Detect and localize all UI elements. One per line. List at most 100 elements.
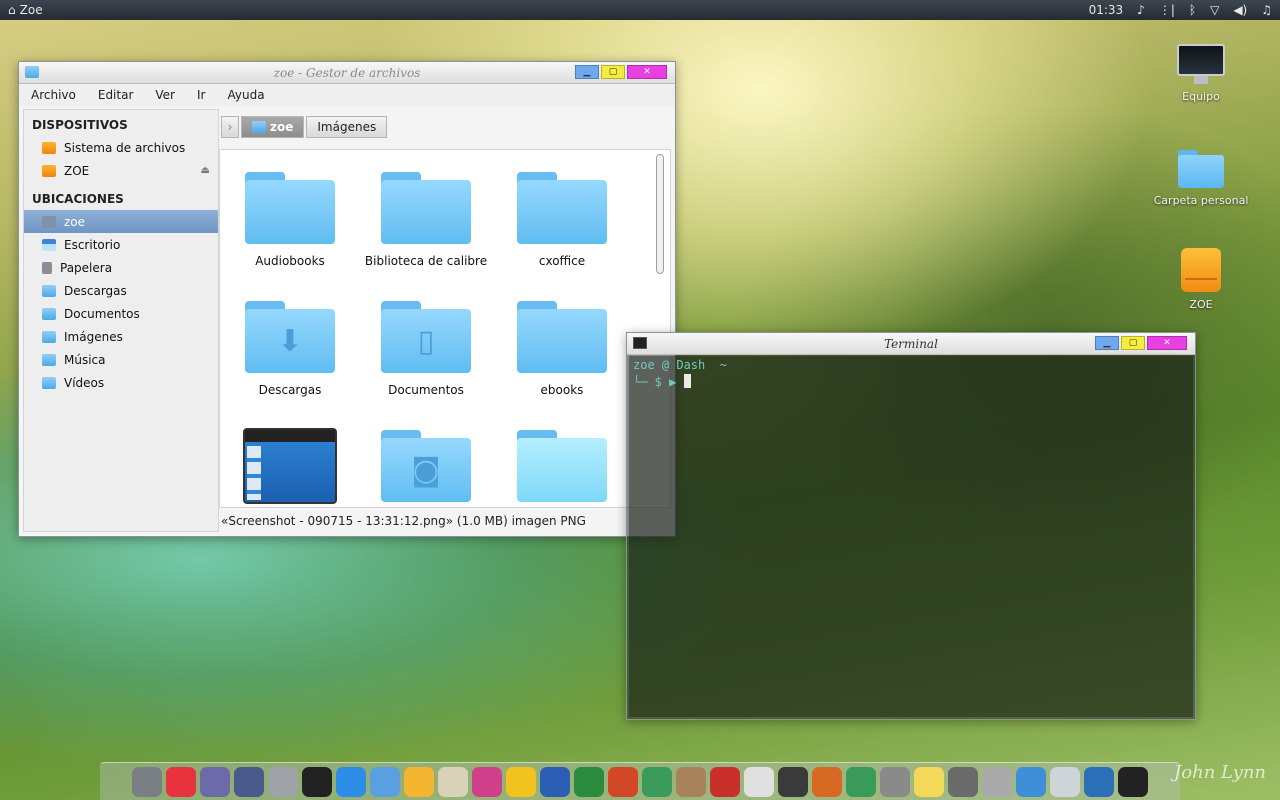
terminal-titlebar[interactable]: Terminal ▁ ▢ ✕ [627, 333, 1195, 355]
breadcrumb-zoe[interactable]: zoe [241, 116, 305, 138]
text-cursor [683, 374, 691, 388]
sidebar-item-imagenes[interactable]: Imágenes [24, 325, 218, 348]
usb-icon[interactable] [642, 766, 672, 797]
file-item[interactable]: Biblioteca de calibre [358, 172, 494, 268]
folder-icon [517, 301, 607, 373]
menu-ver[interactable]: Ver [155, 88, 175, 102]
folder-icon [381, 172, 471, 244]
excel-icon[interactable] [574, 766, 604, 797]
usb-green-icon[interactable] [846, 766, 876, 797]
folder-icon [245, 172, 335, 244]
minimize-button[interactable]: ▁ [1095, 336, 1119, 350]
breadcrumb: › zoe Imágenes [219, 109, 671, 145]
file-item[interactable]: ⬇ Descargas [222, 301, 358, 397]
file-item[interactable]: Audiobooks [222, 172, 358, 268]
maximize-button[interactable]: ▢ [1121, 336, 1145, 350]
file-item[interactable]: ▯ Documentos [358, 301, 494, 397]
breadcrumb-imagenes[interactable]: Imágenes [306, 116, 388, 138]
bird-icon[interactable] [812, 766, 842, 797]
audio-wave-icon[interactable] [472, 766, 502, 797]
files-icon[interactable] [200, 766, 230, 797]
usb-drive-icon [42, 164, 56, 177]
close-button[interactable]: ✕ [1147, 336, 1187, 350]
main-pane: › zoe Imágenes Audiobooks Biblioteca de … [219, 109, 671, 532]
terminal-output[interactable]: zoe @ Dash ~ └─ $ ▶ [629, 356, 1193, 717]
maximize-button[interactable]: ▢ [601, 65, 625, 79]
contacts-icon[interactable] [676, 766, 706, 797]
sidebar-item-musica[interactable]: Música [24, 348, 218, 371]
desktop-icon-computer[interactable]: Equipo [1146, 44, 1256, 103]
music-icon[interactable] [166, 766, 196, 797]
app-menu-icon[interactable]: ⌂ [8, 3, 16, 17]
close-button[interactable]: ✕ [627, 65, 667, 79]
terminal-icon[interactable] [302, 766, 332, 797]
volume-icon[interactable]: ◀) [1233, 3, 1247, 17]
file-item[interactable] [222, 428, 358, 504]
inkscape-icon[interactable] [438, 766, 468, 797]
powerpoint-icon[interactable] [608, 766, 638, 797]
menu-archivo[interactable]: Archivo [31, 88, 76, 102]
settings-ring-icon[interactable] [268, 766, 298, 797]
sidebar-item-documentos[interactable]: Documentos [24, 302, 218, 325]
emoji-icon[interactable] [506, 766, 536, 797]
sync-icon[interactable] [234, 766, 264, 797]
folder-icon [517, 430, 607, 502]
music-note-icon[interactable]: ♪ [1137, 3, 1145, 17]
magic-wand-icon[interactable] [778, 766, 808, 797]
active-app-name[interactable]: Zoe [20, 3, 43, 17]
computer-icon [1177, 44, 1225, 84]
network-bars-icon[interactable]: ⋮| [1159, 3, 1175, 17]
app-store-icon[interactable] [336, 766, 366, 797]
menu-editar[interactable]: Editar [98, 88, 134, 102]
bell-icon[interactable]: ♫ [1261, 3, 1272, 17]
system-prefs-icon[interactable] [948, 766, 978, 797]
file-item-label: Audiobooks [255, 254, 325, 268]
vertical-scrollbar[interactable] [656, 154, 664, 274]
sidebar-item-descargas[interactable]: Descargas [24, 279, 218, 302]
menu-ayuda[interactable]: Ayuda [227, 88, 264, 102]
desktop-icon-label: Carpeta personal [1153, 194, 1249, 207]
notebook-icon[interactable] [880, 766, 910, 797]
presentation-icon[interactable] [710, 766, 740, 797]
desktop-icon [42, 238, 56, 251]
file-item[interactable]: ◙ [358, 430, 494, 502]
sidebar-item-papelera[interactable]: Papelera [24, 256, 218, 279]
dock [100, 762, 1180, 800]
rocket-icon[interactable] [132, 766, 162, 797]
monitor-icon[interactable] [1084, 766, 1114, 797]
sidebar-item-zoe-drive[interactable]: ZOE ⏏ [24, 159, 218, 182]
file-item[interactable]: cxoffice [494, 172, 630, 268]
file-item[interactable] [494, 430, 630, 502]
desktop-icon-usb-drive[interactable]: ZOE [1146, 248, 1256, 311]
sidebar-item-filesystem[interactable]: Sistema de archivos [24, 136, 218, 159]
wifi-icon[interactable]: ▽ [1210, 3, 1219, 17]
bluetooth-icon[interactable]: ᛒ [1189, 3, 1196, 17]
drive-icon [42, 141, 56, 154]
menu-ir[interactable]: Ir [197, 88, 205, 102]
terminal-icon[interactable] [1118, 766, 1148, 797]
text-editor-icon[interactable] [744, 766, 774, 797]
sidebar-item-label: Descargas [64, 283, 127, 298]
sidebar-item-videos[interactable]: Vídeos [24, 371, 218, 394]
notes-icon[interactable] [914, 766, 944, 797]
minimize-button[interactable]: ▁ [575, 65, 599, 79]
file-manager-titlebar[interactable]: zoe - Gestor de archivos ▁ ▢ ✕ [19, 62, 675, 84]
anchor-icon[interactable] [1016, 766, 1046, 797]
sidebar-item-label: Escritorio [64, 237, 121, 252]
back-icon[interactable] [982, 766, 1012, 797]
sketch-icon[interactable] [404, 766, 434, 797]
sidebar-item-zoe[interactable]: zoe [24, 210, 218, 233]
word-icon[interactable] [540, 766, 570, 797]
trash-icon[interactable] [1050, 766, 1080, 797]
breadcrumb-back-button[interactable]: › [221, 116, 239, 138]
sidebar-item-escritorio[interactable]: Escritorio [24, 233, 218, 256]
file-item[interactable]: ebooks [494, 301, 630, 397]
eject-icon[interactable]: ⏏ [201, 165, 210, 176]
terminal-input-line[interactable]: └─ $ ▶ [633, 374, 1189, 390]
archive-icon[interactable] [370, 766, 400, 797]
sidebar: DISPOSITIVOS Sistema de archivos ZOE ⏏ U… [23, 109, 219, 532]
clock[interactable]: 01:33 [1089, 3, 1124, 17]
breadcrumb-label: Imágenes [317, 120, 377, 134]
sidebar-heading-devices: DISPOSITIVOS [32, 118, 128, 132]
desktop-icon-home-folder[interactable]: Carpeta personal [1146, 150, 1256, 207]
